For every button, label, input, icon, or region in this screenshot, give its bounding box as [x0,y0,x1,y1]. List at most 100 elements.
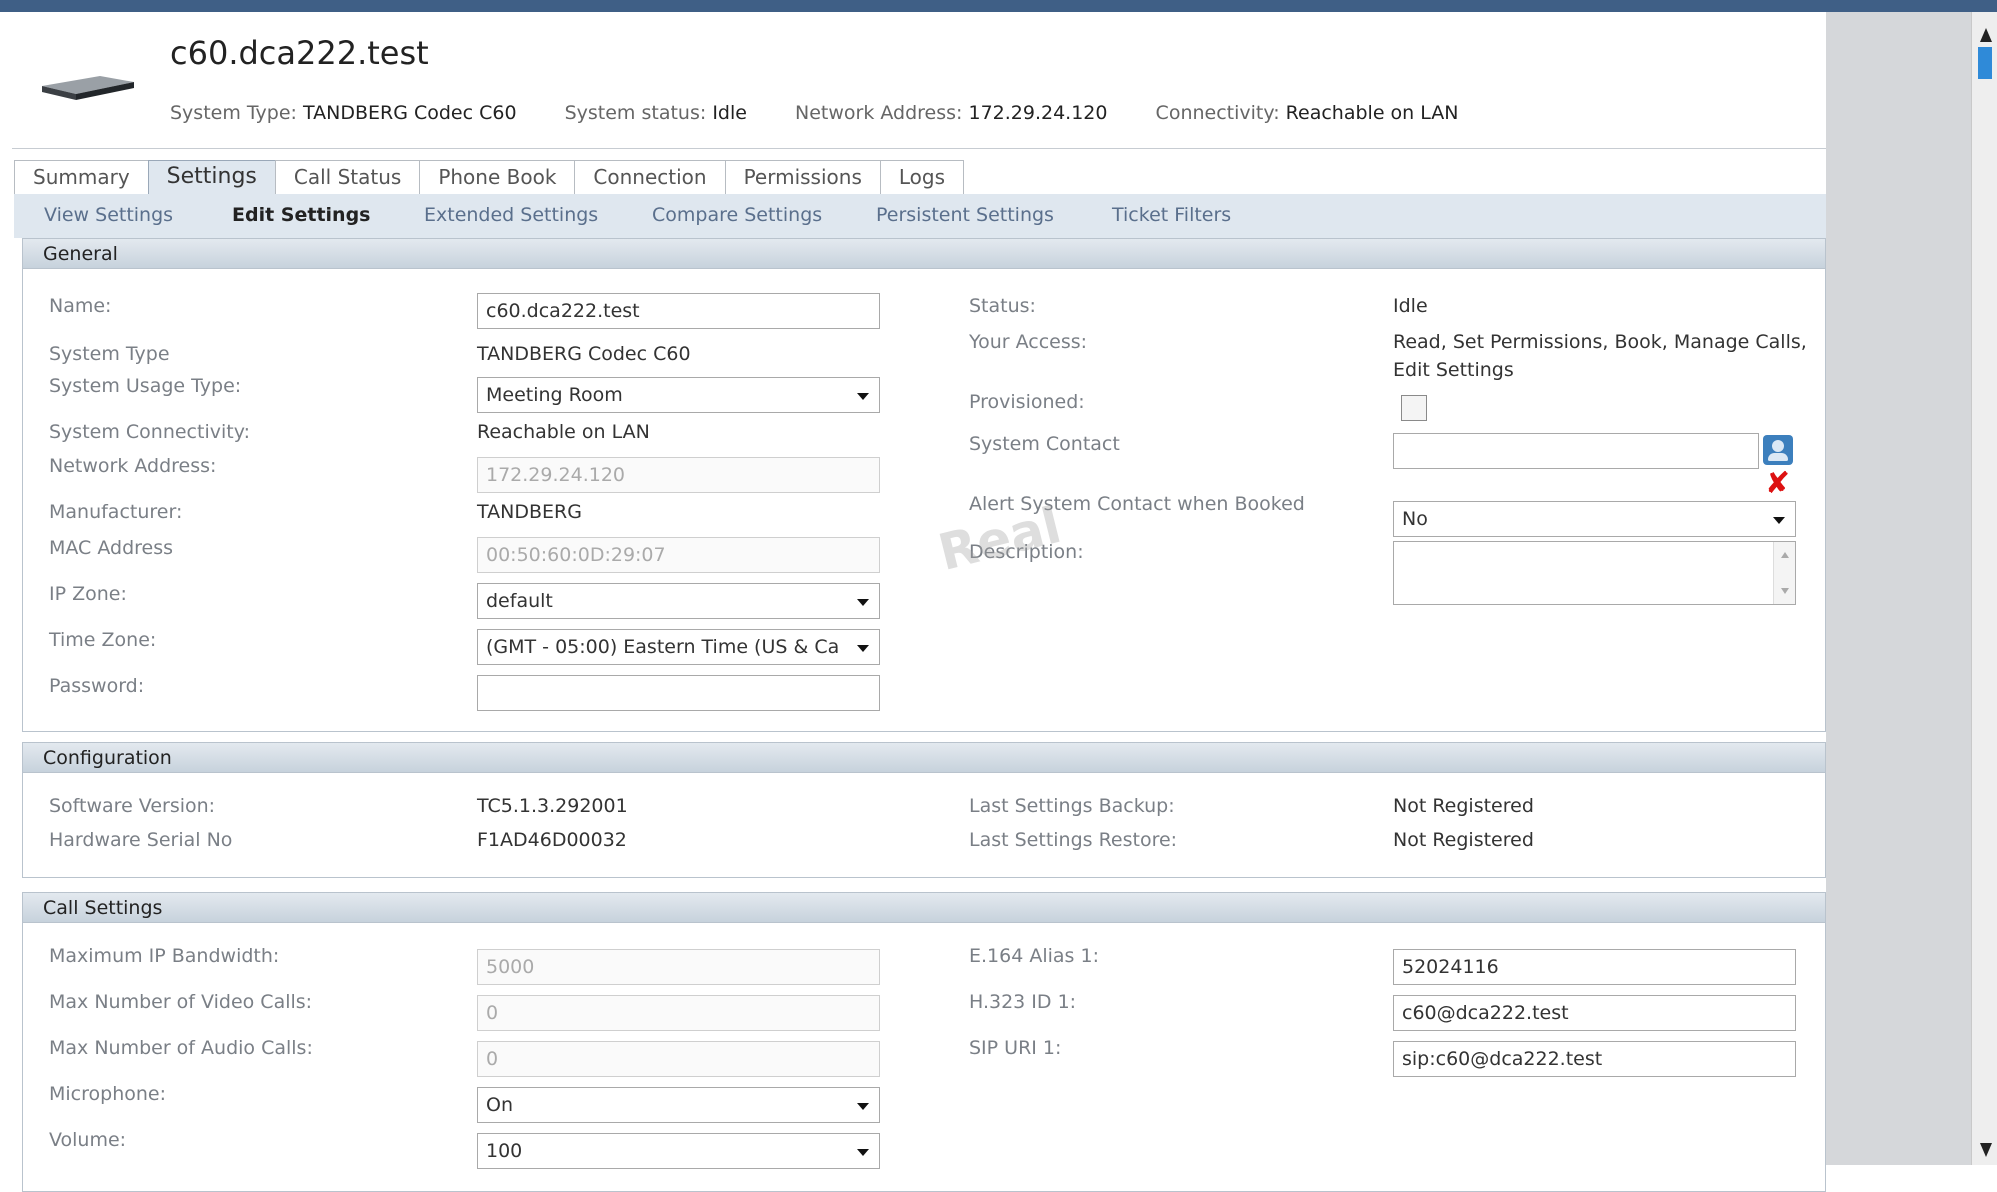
tab-call-status[interactable]: Call Status [274,160,421,194]
scroll-down-icon[interactable] [1980,1143,1992,1157]
your-access-label: Your Access: [969,331,1088,353]
h323-id-input[interactable]: c60@dca222.test [1393,995,1796,1031]
description-textarea[interactable] [1393,541,1796,605]
scroll-thumb[interactable] [1978,47,1992,79]
status-label: Status: [969,295,1036,317]
status-value: Idle [1393,295,1428,317]
serial-no-label: Hardware Serial No [49,829,233,851]
sip-uri-label: SIP URI 1: [969,1037,1062,1059]
usage-type-select[interactable]: Meeting Room [477,377,880,413]
software-version-value: TC5.1.3.292001 [477,795,628,817]
mac-address-label: MAC Address [49,537,174,559]
sip-uri-input[interactable]: sip:c60@dca222.test [1393,1041,1796,1077]
textarea-scrollbar[interactable] [1773,542,1795,604]
system-contact-label: System Contact [969,433,1120,455]
system-title: c60.dca222.test [170,34,429,72]
subnav-extended-settings[interactable]: Extended Settings [424,204,598,226]
header-divider [12,148,1826,149]
provisioned-checkbox[interactable] [1401,395,1427,421]
your-access-value-line2: Edit Settings [1393,359,1514,381]
volume-value: 100 [486,1140,523,1162]
manufacturer-value: TANDBERG [477,501,582,523]
scroll-up-icon [1781,552,1789,558]
e164-alias-input[interactable]: 52024116 [1393,949,1796,985]
subnav-ticket-filters[interactable]: Ticket Filters [1112,204,1231,226]
general-section-title: General [23,239,1825,269]
general-section: General Name: c60.dca222.test System Typ… [22,238,1826,732]
select-contact-icon[interactable] [1763,435,1793,465]
tab-summary[interactable]: Summary [14,160,149,194]
max-bandwidth-label: Maximum IP Bandwidth: [49,945,280,967]
last-backup-value: Not Registered [1393,795,1534,817]
meta-system-type-value: TANDBERG Codec C60 [302,102,517,124]
volume-select[interactable]: 100 [477,1133,880,1169]
tab-bar: Summary Settings Call Status Phone Book … [14,160,965,194]
tab-phone-book[interactable]: Phone Book [419,160,576,194]
network-address-label: Network Address: [49,455,217,477]
ip-zone-label: IP Zone: [49,583,127,605]
mac-address-input: 00:50:60:0D:29:07 [477,537,880,573]
time-zone-label: Time Zone: [49,629,157,651]
last-restore-value: Not Registered [1393,829,1534,851]
usage-type-value: Meeting Room [486,384,623,406]
network-address-input: 172.29.24.120 [477,457,880,493]
password-input[interactable] [477,675,880,711]
configuration-section-title: Configuration [23,743,1825,773]
subnav-compare-settings[interactable]: Compare Settings [652,204,822,226]
microphone-select[interactable]: On [477,1087,880,1123]
connectivity-value: Reachable on LAN [477,421,650,443]
max-audio-calls-input: 0 [477,1041,880,1077]
meta-connectivity-value: Reachable on LAN [1285,102,1459,124]
name-label: Name: [49,295,112,317]
meta-status-label: System status: [564,102,707,124]
software-version-label: Software Version: [49,795,216,817]
max-audio-calls-label: Max Number of Audio Calls: [49,1037,313,1059]
tab-connection[interactable]: Connection [574,160,726,194]
system-type-label: System Type [49,343,170,365]
microphone-label: Microphone: [49,1083,166,1105]
page-scrollbar[interactable] [1971,12,1997,1165]
meta-network-address-value: 172.29.24.120 [968,102,1108,124]
tab-settings[interactable]: Settings [147,160,276,194]
provisioned-label: Provisioned: [969,391,1085,413]
ip-zone-value: default [486,590,553,612]
name-input[interactable]: c60.dca222.test [477,293,880,329]
system-meta: System Type: TANDBERG Codec C60 System s… [170,102,1501,124]
time-zone-select[interactable]: (GMT - 05:00) Eastern Time (US & Ca [477,629,880,665]
right-gutter [1826,12,1971,1165]
volume-label: Volume: [49,1129,127,1151]
alert-contact-select[interactable]: No [1393,501,1796,537]
chevron-down-icon [857,645,869,652]
chevron-down-icon [1773,517,1785,524]
clear-contact-icon[interactable]: ✘ [1765,469,1790,499]
max-video-calls-input: 0 [477,995,880,1031]
subnav-view-settings[interactable]: View Settings [44,204,173,226]
subnav-persistent-settings[interactable]: Persistent Settings [876,204,1054,226]
tab-logs[interactable]: Logs [879,160,965,194]
system-contact-input[interactable] [1393,433,1759,469]
e164-alias-label: E.164 Alias 1: [969,945,1099,967]
last-restore-label: Last Settings Restore: [969,829,1178,851]
microphone-value: On [486,1094,513,1116]
meta-system-type-label: System Type: [170,102,297,124]
chevron-down-icon [857,1149,869,1156]
password-label: Password: [49,675,145,697]
subnav-edit-settings[interactable]: Edit Settings [232,204,370,226]
ip-zone-select[interactable]: default [477,583,880,619]
scroll-down-icon [1781,588,1789,594]
main-content: c60.dca222.test System Type: TANDBERG Co… [0,12,1826,1192]
manufacturer-label: Manufacturer: [49,501,183,523]
call-settings-section: Call Settings Maximum IP Bandwidth: 5000… [22,892,1826,1192]
scroll-up-icon[interactable] [1980,28,1992,42]
meta-status-value: Idle [712,102,747,124]
tab-permissions[interactable]: Permissions [724,160,881,194]
window-top-bar [0,0,1997,12]
usage-type-label: System Usage Type: [49,375,242,397]
last-backup-label: Last Settings Backup: [969,795,1175,817]
settings-subnav: View Settings Edit Settings Extended Set… [14,194,1826,238]
meta-connectivity-label: Connectivity: [1155,102,1280,124]
chevron-down-icon [857,599,869,606]
call-settings-section-title: Call Settings [23,893,1825,923]
your-access-value-line1: Read, Set Permissions, Book, Manage Call… [1393,331,1807,353]
time-zone-value: (GMT - 05:00) Eastern Time (US & Ca [486,636,840,658]
